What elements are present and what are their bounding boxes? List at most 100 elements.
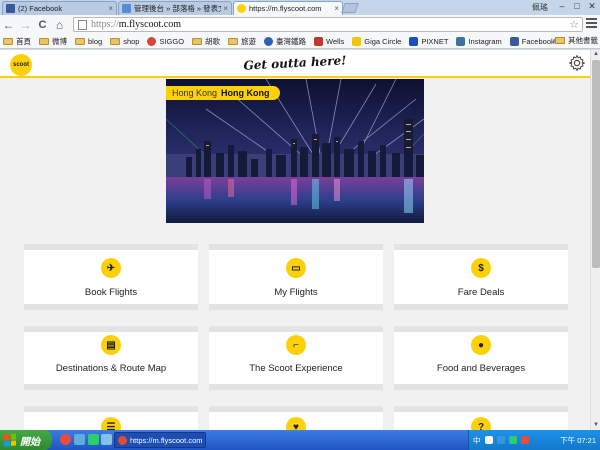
map-icon: ▤ — [101, 335, 121, 355]
bookmark-label: 胡歌 — [205, 36, 221, 46]
bookmark-wells[interactable]: Wells — [314, 36, 345, 46]
folder-icon — [192, 37, 203, 45]
close-icon[interactable]: × — [108, 4, 113, 13]
folder-icon — [228, 37, 239, 45]
gear-icon[interactable] — [568, 54, 586, 72]
network-icon[interactable] — [496, 436, 505, 444]
other-bookmarks-label: 其他書籤 — [568, 36, 598, 45]
food-icon: ● — [471, 335, 491, 355]
bookmark-pixnet[interactable]: PIXNET — [409, 36, 448, 46]
list-icon: ☰ — [101, 417, 121, 430]
browser-menu-icon[interactable] — [586, 18, 597, 30]
destinations-route-map-card[interactable]: ▤ Destinations & Route Map — [24, 326, 198, 390]
fare-deals-card[interactable]: $ Fare Deals — [394, 244, 568, 310]
windows-logo-icon — [4, 433, 16, 447]
hero-banner[interactable]: Hong Kong Hong Kong — [166, 79, 424, 223]
forward-button[interactable]: → — [17, 16, 34, 33]
bookmark-label: 臺灣鐵路 — [276, 36, 307, 46]
folder-icon — [110, 37, 121, 45]
facebook-icon — [6, 4, 15, 13]
bookmark-label: 首頁 — [16, 36, 31, 46]
card-label: The Scoot Experience — [249, 363, 343, 374]
help-card[interactable]: ? — [394, 406, 568, 430]
windows-taskbar: 開始 https://m.flyscoot.com ... 中 下午 07:21 — [0, 430, 600, 450]
bookmark-folder-blog[interactable]: blog — [75, 37, 102, 46]
siggo-icon — [147, 36, 157, 46]
card-label: Food and Beverages — [436, 363, 526, 374]
tab-blog-admin[interactable]: 管理後台 » 部落格 » 發表文章 × — [118, 1, 232, 15]
dollar-icon: $ — [471, 258, 491, 278]
bookmark-folder-travel[interactable]: 旅遊 — [228, 36, 256, 47]
tab-label: 管理後台 » 部落格 » 發表文章 — [134, 4, 221, 13]
taskbar-window-label: https://m.flyscoot.com ... — [130, 435, 205, 445]
pixnet-icon — [409, 36, 419, 46]
minimize-button[interactable]: ‒ — [556, 1, 568, 12]
tab-label: https://m.flyscoot.com — [249, 4, 322, 13]
list-card[interactable]: ☰ — [24, 406, 198, 430]
url-host: m.flyscoot.com — [118, 19, 182, 30]
bookmark-folder-hu-ge[interactable]: 胡歌 — [192, 36, 220, 47]
ticket-icon: ▭ — [286, 258, 306, 278]
wells-icon — [314, 36, 324, 46]
bookmark-label: SIGGO — [159, 36, 185, 46]
bookmark-folder-home[interactable]: 首頁 — [3, 36, 31, 47]
chrome-icon — [118, 435, 127, 445]
help-icon: ? — [471, 417, 491, 430]
taskbar-window-button[interactable]: https://m.flyscoot.com ... — [114, 432, 206, 448]
my-flights-card[interactable]: ▭ My Flights — [209, 244, 383, 310]
bookmark-label: 旅遊 — [241, 36, 257, 46]
start-label: 開始 — [20, 436, 40, 448]
bookmark-label: Wells — [326, 36, 345, 46]
input-language-indicator[interactable]: 中 — [473, 435, 481, 446]
reload-button[interactable]: C — [34, 16, 51, 33]
scoot-icon — [237, 4, 246, 13]
tab-facebook[interactable]: (2) Facebook × — [2, 1, 117, 15]
window-user-name[interactable]: 佩瑤 — [532, 2, 548, 13]
chrome-quicklaunch-icon[interactable] — [60, 434, 71, 445]
vertical-scrollbar[interactable]: ▲ ▼ — [590, 50, 600, 430]
desktop-quicklaunch-icon[interactable] — [74, 434, 85, 445]
security-icon[interactable] — [508, 436, 517, 444]
close-window-button[interactable]: ✕ — [586, 1, 598, 12]
back-button[interactable]: ← — [0, 16, 17, 33]
bookmark-giga-circle[interactable]: Giga Circle — [352, 36, 401, 46]
scrollbar-thumb[interactable] — [592, 60, 600, 268]
seat-icon: ⌐ — [286, 335, 306, 355]
close-icon[interactable]: × — [223, 4, 228, 13]
bookmark-siggo[interactable]: SIGGO — [147, 36, 185, 46]
start-button[interactable]: 開始 — [0, 430, 52, 450]
new-tab-button[interactable] — [341, 3, 359, 13]
scoot-experience-card[interactable]: ⌐ The Scoot Experience — [209, 326, 383, 390]
folder-icon — [3, 37, 13, 45]
food-beverages-card[interactable]: ● Food and Beverages — [394, 326, 568, 390]
address-bar[interactable]: https:// m.flyscoot.com ☆ — [73, 17, 583, 32]
window-controls: ‒ □ ✕ — [556, 1, 598, 12]
book-flights-card[interactable]: ✈ Book Flights — [24, 244, 198, 310]
bookmark-star-icon[interactable]: ☆ — [569, 18, 579, 31]
plane-icon: ✈ — [101, 258, 121, 278]
scroll-down-arrow[interactable]: ▼ — [592, 421, 600, 430]
home-button[interactable]: ⌂ — [51, 16, 68, 33]
heart-icon: ♥ — [286, 417, 306, 430]
card-label: Destinations & Route Map — [55, 363, 167, 374]
folder-icon — [555, 37, 565, 44]
favourites-card[interactable]: ♥ — [209, 406, 383, 430]
ie-quicklaunch-icon[interactable] — [101, 434, 112, 445]
bookmark-instagram[interactable]: Instagram — [456, 36, 502, 46]
site-header: scoot Get outta here! — [0, 50, 590, 78]
close-icon[interactable]: × — [334, 4, 339, 13]
bookmark-folder-shop[interactable]: shop — [110, 37, 139, 46]
instagram-icon — [456, 36, 466, 46]
bookmark-facebook[interactable]: Facebook — [509, 36, 555, 46]
input-method-icon[interactable] — [484, 436, 493, 444]
bookmark-folder-weibo[interactable]: 微博 — [39, 36, 67, 47]
other-bookmarks-folder[interactable]: 其他書籤 — [555, 35, 598, 46]
maximize-button[interactable]: □ — [571, 1, 583, 12]
antivirus-icon[interactable] — [520, 436, 529, 444]
bookmark-taiwan-railway[interactable]: 臺灣鐵路 — [264, 36, 306, 47]
scroll-up-arrow[interactable]: ▲ — [592, 50, 600, 59]
line-quicklaunch-icon[interactable] — [88, 434, 99, 445]
card-label: My Flights — [274, 287, 318, 298]
page-viewport: scoot Get outta here! Hong Kong Hong Kon… — [0, 50, 590, 430]
tab-flyscoot[interactable]: https://m.flyscoot.com × — [233, 1, 343, 15]
